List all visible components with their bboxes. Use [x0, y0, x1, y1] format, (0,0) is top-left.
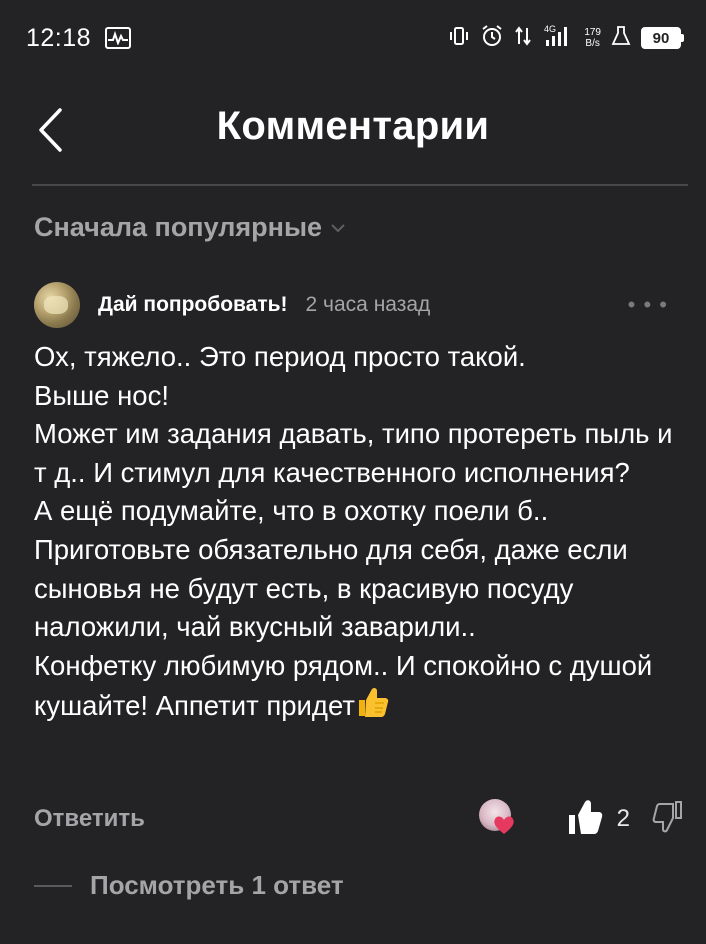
view-replies-label: Посмотреть 1 ответ [90, 870, 344, 900]
sort-dropdown[interactable]: Сначала популярные [34, 212, 348, 243]
battery-level: 90 [641, 27, 681, 49]
chevron-down-icon [331, 223, 345, 232]
alarm-icon [480, 24, 504, 52]
comment-header: Дай попробовать! 2 часа назад • • • [34, 280, 674, 330]
header-divider [32, 184, 688, 186]
data-transfer-icon [514, 25, 532, 51]
battery-tip [681, 34, 684, 42]
comment-actions: Ответить 2 [34, 796, 684, 842]
page-title: Комментарии [216, 104, 490, 148]
dislike-button[interactable] [652, 800, 684, 839]
status-bar: 12:18 4G 179 B/s 90 [0, 0, 706, 76]
speed-unit: B/s [585, 38, 600, 49]
status-time: 12:18 [26, 23, 92, 52]
sort-label: Сначала популярные [34, 212, 323, 242]
thumbs-up-emoji-icon [355, 685, 389, 730]
like-button[interactable] [567, 798, 603, 841]
like-count: 2 [616, 805, 630, 832]
status-icons: 4G 179 B/s 90 [448, 24, 684, 52]
thumbs-down-icon [652, 800, 682, 832]
comment-text: Ох, тяжело.. Это период просто такой. Вы… [34, 338, 684, 730]
comment-body: Ох, тяжело.. Это период просто такой. Вы… [34, 341, 673, 722]
speed-value: 179 [584, 27, 601, 38]
activity-icon [105, 27, 132, 49]
avatar[interactable] [34, 282, 80, 328]
comment-time: 2 часа назад [305, 293, 431, 316]
replies-divider [34, 884, 72, 887]
network-type: 4G [544, 24, 556, 34]
battery-indicator: 90 [641, 27, 684, 49]
lab-flask-icon [611, 25, 631, 51]
thumbs-up-icon [568, 799, 602, 834]
reactions-preview[interactable] [478, 799, 519, 839]
reply-button[interactable]: Ответить [34, 805, 145, 833]
network-speed: 179 B/s [584, 27, 601, 49]
view-replies-button[interactable]: Посмотреть 1 ответ [34, 870, 344, 901]
signal-icon: 4G [542, 24, 574, 52]
heart-icon [493, 816, 514, 834]
comment-author[interactable]: Дай попробовать! [98, 293, 288, 317]
page-header: Комментарии [0, 84, 706, 176]
more-options-icon[interactable]: • • • [628, 292, 668, 318]
vibrate-icon [448, 25, 470, 51]
